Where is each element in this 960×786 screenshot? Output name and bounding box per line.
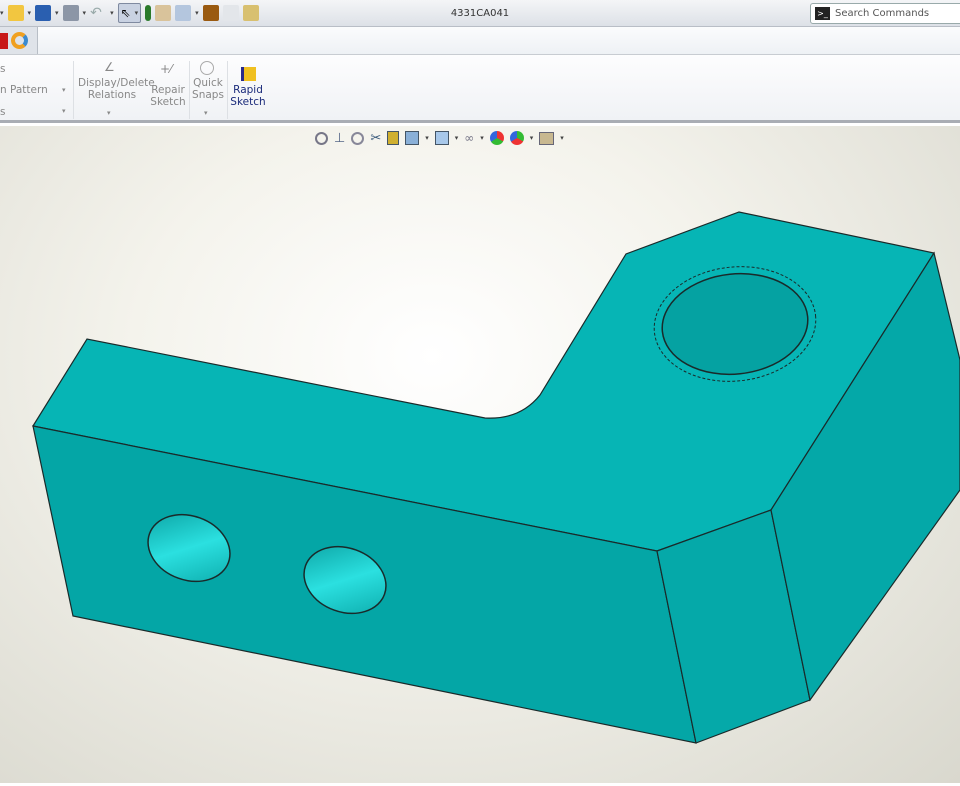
graphics-area[interactable]	[0, 126, 960, 783]
chevron-down-icon[interactable]: ▾	[480, 134, 484, 142]
zoom-to-fit-icon[interactable]	[315, 131, 328, 145]
divider	[189, 61, 190, 119]
apply-scene-icon[interactable]	[509, 131, 524, 145]
photoview-icon[interactable]	[11, 32, 28, 49]
chevron-down-icon[interactable]: ▾	[530, 134, 534, 142]
rapid-sketch-button[interactable]: Rapid Sketch	[230, 84, 266, 108]
view-orientation-icon[interactable]	[387, 131, 400, 145]
quick-snaps-button[interactable]: Quick Snaps	[191, 77, 225, 101]
hide-show-items-icon[interactable]	[434, 131, 449, 145]
chevron-down-icon[interactable]: ▾	[62, 105, 66, 117]
chevron-down-icon[interactable]: ▾	[560, 134, 564, 142]
search-commands-input[interactable]: >_ Search Commands	[810, 3, 960, 24]
glasses-icon[interactable]: ∞	[464, 131, 474, 145]
divider	[227, 61, 228, 119]
terminal-icon: >_	[815, 7, 830, 20]
display-style-icon[interactable]	[405, 131, 420, 145]
addin-icon[interactable]	[0, 32, 8, 49]
title-bar: ▾ ▾ ▾ ▾ ↶ ▾ ⇖ ▾ ▾ 4331CA041 >_ Search Comma…	[0, 0, 960, 27]
chevron-down-icon[interactable]: ▾	[62, 84, 66, 96]
section-view-icon[interactable]: ✂	[370, 131, 381, 146]
chevron-down-icon[interactable]: ▾	[107, 107, 111, 119]
ribbon-item[interactable]: s	[0, 106, 5, 118]
command-manager-tabs	[0, 27, 960, 55]
display-delete-relations-button[interactable]: Display/Delete Relations	[78, 77, 155, 101]
repair-sketch-icon: +⁄	[160, 62, 173, 76]
ribbon: s n Pattern ▾ s ▾ ∠ Display/Delete Relat…	[0, 55, 960, 123]
divider	[73, 61, 74, 119]
rapid-sketch-icon	[241, 67, 256, 81]
previous-view-icon[interactable]	[351, 131, 365, 145]
search-placeholder: Search Commands	[835, 8, 930, 19]
edit-appearance-icon[interactable]	[489, 131, 504, 145]
chevron-down-icon[interactable]: ▾	[425, 134, 429, 142]
heads-up-view-toolbar: ⊥ ✂ ▾ ▾ ∞ ▾ ▾ ▾	[315, 128, 564, 148]
chevron-down-icon[interactable]: ▾	[455, 134, 459, 142]
zoom-to-area-icon[interactable]: ⊥	[334, 131, 345, 146]
relations-icon: ∠	[104, 60, 115, 74]
view-settings-icon[interactable]	[539, 131, 555, 145]
tab-addins[interactable]	[0, 27, 38, 54]
ribbon-item-pattern[interactable]: n Pattern	[0, 84, 48, 96]
quick-snaps-icon	[200, 61, 214, 75]
ribbon-item[interactable]: s	[0, 63, 5, 75]
part-model[interactable]	[0, 126, 960, 783]
chevron-down-icon[interactable]: ▾	[204, 107, 208, 119]
repair-sketch-button[interactable]: Repair Sketch	[150, 84, 186, 108]
